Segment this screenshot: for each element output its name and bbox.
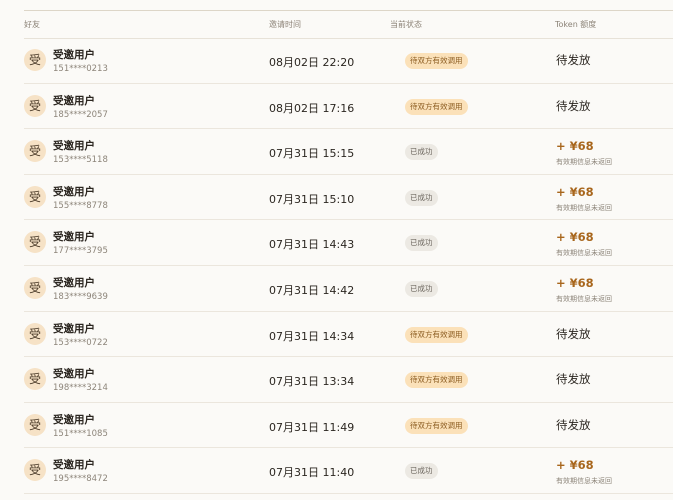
status-badge: 已成功 <box>405 189 438 206</box>
token-amount: + ¥68 <box>556 458 594 473</box>
token-pending: 待发放 <box>556 417 591 432</box>
invite-time: 07月31日 13:34 <box>269 375 355 389</box>
friend-phone: 195****8472 <box>53 474 108 485</box>
header-friend: 好友 <box>24 20 40 29</box>
status-badge: 待双方有效调用 <box>405 372 468 389</box>
token-amount: + ¥68 <box>556 184 594 199</box>
invite-table-body: 受受邀用户 151****0213 08月02日 22:20 待双方有效调用 待发放受受… <box>24 38 673 494</box>
invite-records-page: 好友 邀请时间 当前状态 Token 额度 受受邀用户 151****0213 08… <box>0 0 673 500</box>
status-badge: 待双方有效调用 <box>405 98 468 115</box>
table-row: 受受邀用户 155****8778 07月31日 15:10 已成功 + ¥68 有效期信… <box>24 175 673 221</box>
status-badge: 已成功 <box>405 144 438 161</box>
invite-time: 07月31日 11:49 <box>269 420 355 434</box>
avatar: 受 <box>24 185 46 208</box>
token-pending: 待发放 <box>556 98 591 113</box>
avatar: 受 <box>24 140 46 163</box>
table-row: 受受邀用户 153****5118 07月31日 15:15 已成功 + ¥68 有效期信… <box>24 129 673 175</box>
friend-phone: 153****5118 <box>53 155 108 166</box>
table-row: 受受邀用户 198****3214 07月31日 13:34 待双方有效调用 待发放 <box>24 357 673 403</box>
friend-phone: 185****2057 <box>53 109 108 120</box>
invite-time: 07月31日 15:10 <box>269 192 355 206</box>
friend-name: 受邀用户 <box>53 185 95 198</box>
invite-time: 07月31日 15:15 <box>269 147 355 161</box>
friend-name: 受邀用户 <box>53 459 95 472</box>
avatar: 受 <box>24 231 46 254</box>
friend-name: 受邀用户 <box>53 413 95 426</box>
token-amount: + ¥68 <box>556 275 594 290</box>
status-badge: 已成功 <box>405 235 438 252</box>
table-row: 受受邀用户 183****9639 07月31日 14:42 已成功 + ¥68 有效期信… <box>24 266 673 312</box>
header-invite-time: 邀请时间 <box>269 20 301 29</box>
avatar: 受 <box>24 368 46 391</box>
avatar: 受 <box>24 322 46 345</box>
token-amount: + ¥68 <box>556 139 594 154</box>
avatar: 受 <box>24 276 46 299</box>
table-row: 受受邀用户 151****0213 08月02日 22:20 待双方有效调用 待发放 <box>24 38 673 84</box>
table-header: 好友 邀请时间 当前状态 Token 额度 <box>24 11 673 39</box>
friend-name: 受邀用户 <box>53 94 95 107</box>
token-validity-note: 有效期信息未返回 <box>556 477 612 486</box>
avatar: 受 <box>24 49 46 71</box>
table-row: 受受邀用户 177****3795 07月31日 14:43 已成功 + ¥68 有效期信… <box>24 220 673 266</box>
invite-time: 08月02日 22:20 <box>269 56 355 69</box>
friend-name: 受邀用户 <box>53 49 95 61</box>
friend-phone: 151****1085 <box>53 428 108 439</box>
status-badge: 已成功 <box>405 280 438 297</box>
token-validity-note: 有效期信息未返回 <box>556 203 612 212</box>
avatar: 受 <box>24 413 46 436</box>
table-row: 受受邀用户 185****2057 08月02日 17:16 待双方有效调用 待发放 <box>24 84 673 130</box>
friend-name: 受邀用户 <box>53 368 95 381</box>
invite-time: 07月31日 14:42 <box>269 283 355 297</box>
invite-time: 08月02日 17:16 <box>269 101 355 115</box>
friend-phone: 151****0213 <box>53 64 108 74</box>
friend-name: 受邀用户 <box>53 322 95 335</box>
friend-name: 受邀用户 <box>53 231 95 244</box>
token-validity-note: 有效期信息未返回 <box>556 249 612 258</box>
friend-name: 受邀用户 <box>53 276 95 289</box>
header-status: 当前状态 <box>390 20 422 29</box>
status-badge: 已成功 <box>405 463 438 480</box>
table-row: 受受邀用户 153****0722 07月31日 14:34 待双方有效调用 待发放 <box>24 312 673 358</box>
friend-phone: 183****9639 <box>53 291 108 302</box>
friend-phone: 177****3795 <box>53 246 108 257</box>
invite-time: 07月31日 11:40 <box>269 466 355 480</box>
token-amount: + ¥68 <box>556 230 594 245</box>
token-validity-note: 有效期信息未返回 <box>556 158 612 167</box>
status-badge: 待双方有效调用 <box>405 417 468 434</box>
invite-time: 07月31日 14:43 <box>269 238 355 252</box>
avatar: 受 <box>24 459 46 482</box>
friend-name: 受邀用户 <box>53 140 95 153</box>
token-pending: 待发放 <box>556 326 591 341</box>
table-row: 受受邀用户 151****1085 07月31日 11:49 待双方有效调用 待发放 <box>24 403 673 449</box>
friend-phone: 155****8778 <box>53 200 108 211</box>
token-pending: 待发放 <box>556 53 591 67</box>
friend-phone: 153****0722 <box>53 337 108 348</box>
status-badge: 待双方有效调用 <box>405 53 468 69</box>
friend-phone: 198****3214 <box>53 383 108 394</box>
header-token-quota: Token 额度 <box>555 20 597 29</box>
token-validity-note: 有效期信息未返回 <box>556 294 612 303</box>
avatar: 受 <box>24 94 46 117</box>
table-row: 受受邀用户 195****8472 07月31日 11:40 已成功 + ¥68 有效期信… <box>24 448 673 494</box>
status-badge: 待双方有效调用 <box>405 326 468 343</box>
invite-time: 07月31日 14:34 <box>269 329 355 343</box>
token-pending: 待发放 <box>556 372 591 387</box>
